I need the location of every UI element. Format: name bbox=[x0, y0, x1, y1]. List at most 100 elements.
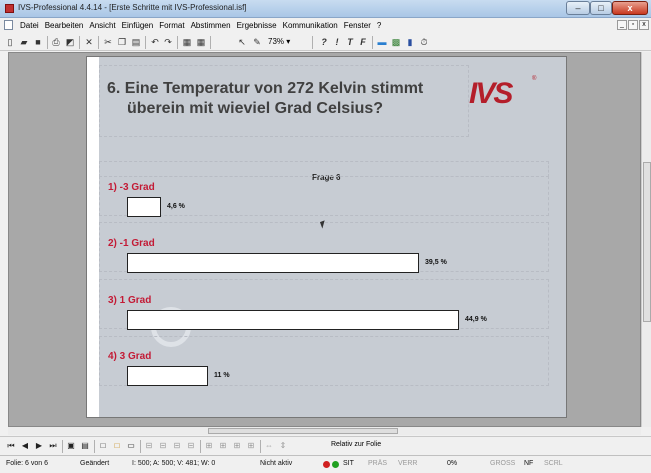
first-slide-icon[interactable]: ⏮ bbox=[6, 440, 16, 451]
answer-3-label: 3) 1 Grad bbox=[108, 295, 152, 306]
order-back-icon[interactable]: ⊞ bbox=[218, 440, 228, 451]
close-button[interactable]: x bbox=[612, 1, 648, 15]
status-changed: Geändert bbox=[80, 460, 110, 467]
document-icon[interactable] bbox=[4, 20, 13, 30]
group-icon[interactable]: ⊞ bbox=[232, 440, 242, 451]
menu-ergebnisse[interactable]: Ergebnisse bbox=[234, 20, 280, 31]
print-icon[interactable]: ⎙ bbox=[50, 36, 62, 48]
application-window: IVS-Professional 4.4.14 - [Erste Schritt… bbox=[0, 0, 651, 473]
answer-2-bar bbox=[127, 253, 419, 273]
save-icon[interactable]: ■ bbox=[32, 36, 44, 48]
question-title[interactable]: 6. Eine Temperatur von 272 Kelvin stimmt… bbox=[107, 79, 437, 119]
view-outline-icon[interactable]: □ bbox=[112, 440, 122, 451]
chart-icon[interactable]: ▩ bbox=[390, 36, 402, 48]
size-icon[interactable]: ⇕ bbox=[278, 440, 288, 451]
answer-4-bar bbox=[127, 366, 208, 386]
status-verr: VERR bbox=[398, 460, 418, 467]
mdi-close-button[interactable]: x bbox=[639, 20, 649, 30]
menu-bar: Datei Bearbeiten Ansicht Einfügen Format… bbox=[0, 19, 651, 32]
status-bar: Folie: 6 von 6 Geändert I: 500; A: 500; … bbox=[0, 455, 651, 473]
window-title: IVS-Professional 4.4.14 - [Erste Schritt… bbox=[18, 3, 247, 12]
maximize-button[interactable]: □ bbox=[590, 1, 612, 15]
align-bottom-icon[interactable]: ⊟ bbox=[172, 440, 182, 451]
open-icon[interactable]: ▰ bbox=[18, 36, 30, 48]
slide[interactable]: 6. Eine Temperatur von 272 Kelvin stimmt… bbox=[86, 56, 567, 418]
ungroup-icon[interactable]: ⊞ bbox=[246, 440, 256, 451]
vertical-scrollbar[interactable] bbox=[641, 52, 651, 427]
navigation-bar: ⏮ ◀ ▶ ⏭ ▣ ▤ □ □ ▭ ⊟ ⊟ ⊟ ⊟ ⊞ ⊞ ⊞ ⊞ ⇔ ⇕ Re… bbox=[0, 436, 651, 454]
delete-icon[interactable]: ✕ bbox=[83, 36, 95, 48]
slide-list-icon[interactable]: ▤ bbox=[80, 440, 90, 451]
align-left-icon[interactable]: ▦ bbox=[181, 36, 193, 48]
app-icon bbox=[5, 4, 14, 13]
menu-format[interactable]: Format bbox=[156, 20, 187, 31]
question-line-1: 6. Eine Temperatur von 272 Kelvin stimmt bbox=[107, 80, 424, 97]
pen-icon[interactable]: ✎ bbox=[251, 36, 263, 48]
pointer-icon[interactable]: ↖ bbox=[236, 36, 248, 48]
menu-einfuegen[interactable]: Einfügen bbox=[119, 20, 157, 31]
menu-bearbeiten[interactable]: Bearbeiten bbox=[42, 20, 87, 31]
align-right-icon[interactable]: ▦ bbox=[195, 36, 207, 48]
last-slide-icon[interactable]: ⏭ bbox=[48, 440, 58, 451]
horizontal-scrollbar[interactable] bbox=[8, 427, 641, 435]
redo-icon[interactable]: ↷ bbox=[162, 36, 174, 48]
mdi-minimize-button[interactable]: _ bbox=[617, 20, 627, 30]
align-middle-icon[interactable]: ⊟ bbox=[158, 440, 168, 451]
horizontal-scroll-thumb[interactable] bbox=[208, 428, 398, 434]
status-scrl: SCRL bbox=[544, 460, 563, 467]
menu-list: Datei Bearbeiten Ansicht Einfügen Format… bbox=[17, 20, 384, 31]
next-slide-icon[interactable]: ▶ bbox=[34, 440, 44, 451]
question-line-2: überein mit wieviel Grad Celsius? bbox=[127, 100, 384, 117]
format-exclaim[interactable]: ! bbox=[331, 36, 343, 48]
new-icon[interactable]: ▯ bbox=[4, 36, 16, 48]
answer-1-bar bbox=[127, 197, 161, 217]
menu-help[interactable]: ? bbox=[374, 20, 384, 31]
answer-2-label: 2) -1 Grad bbox=[108, 238, 155, 249]
space-icon[interactable]: ⇔ bbox=[264, 440, 274, 451]
status-coords: I: 500; A: 500; V: 481; W: 0 bbox=[132, 460, 216, 467]
menu-fenster[interactable]: Fenster bbox=[341, 20, 374, 31]
answer-3-percent: 44,9 % bbox=[465, 316, 487, 323]
prev-slide-icon[interactable]: ◀ bbox=[20, 440, 30, 451]
slide-icon[interactable]: ▬ bbox=[376, 36, 388, 48]
view-normal-icon[interactable]: □ bbox=[98, 440, 108, 451]
status-pras: PRÄS bbox=[368, 460, 388, 467]
vertical-scroll-thumb[interactable] bbox=[643, 162, 651, 322]
slide-sorter-icon[interactable]: ▣ bbox=[66, 440, 76, 451]
timer-icon[interactable]: ⏱ bbox=[418, 36, 430, 48]
ivs-logo: IVS bbox=[469, 77, 513, 110]
properties-icon[interactable]: ◩ bbox=[64, 36, 76, 48]
order-front-icon[interactable]: ⊞ bbox=[204, 440, 214, 451]
paste-icon[interactable]: ▤ bbox=[130, 36, 142, 48]
green-dot-icon bbox=[332, 461, 339, 468]
menu-ansicht[interactable]: Ansicht bbox=[86, 20, 118, 31]
red-dot-icon bbox=[323, 461, 330, 468]
minimize-button[interactable]: – bbox=[566, 1, 590, 15]
copy-icon[interactable]: ❐ bbox=[116, 36, 128, 48]
zoom-select[interactable]: 73% ▾ bbox=[268, 36, 308, 48]
view-slide-icon[interactable]: ▭ bbox=[126, 440, 136, 451]
status-sit: SIT bbox=[343, 460, 354, 467]
answer-1-percent: 4,6 % bbox=[167, 203, 185, 210]
status-percent: 0% bbox=[447, 460, 458, 467]
answer-1-label: 1) -3 Grad bbox=[108, 182, 155, 193]
status-slide: Folie: 6 von 6 bbox=[6, 460, 49, 467]
distribute-icon[interactable]: ⊟ bbox=[186, 440, 196, 451]
status-activity: Nicht aktiv bbox=[260, 460, 293, 467]
format-question[interactable]: ? bbox=[318, 36, 330, 48]
menu-datei[interactable]: Datei bbox=[17, 20, 42, 31]
answer-4-percent: 11 % bbox=[214, 372, 230, 379]
toolbar: ▯ ▰ ■ ⎙ ◩ ✕ ✂ ❐ ▤ ↶ ↷ ▦ ▦ ↖ ✎ 73% ▾ ? ! … bbox=[0, 34, 651, 51]
format-f[interactable]: F bbox=[357, 36, 369, 48]
mdi-restore-button[interactable]: ▫ bbox=[628, 20, 638, 30]
menu-abstimmen[interactable]: Abstimmen bbox=[188, 20, 234, 31]
menu-kommunikation[interactable]: Kommunikation bbox=[280, 20, 341, 31]
registered-mark: ® bbox=[532, 76, 537, 82]
undo-icon[interactable]: ↶ bbox=[149, 36, 161, 48]
cut-icon[interactable]: ✂ bbox=[102, 36, 114, 48]
answer-2-percent: 39,5 % bbox=[425, 259, 447, 266]
align-top-icon[interactable]: ⊟ bbox=[144, 440, 154, 451]
format-t[interactable]: T bbox=[344, 36, 356, 48]
relative-to-slide-button[interactable]: Relativ zur Folie bbox=[331, 441, 381, 448]
bar-chart-icon[interactable]: ▮ bbox=[404, 36, 416, 48]
